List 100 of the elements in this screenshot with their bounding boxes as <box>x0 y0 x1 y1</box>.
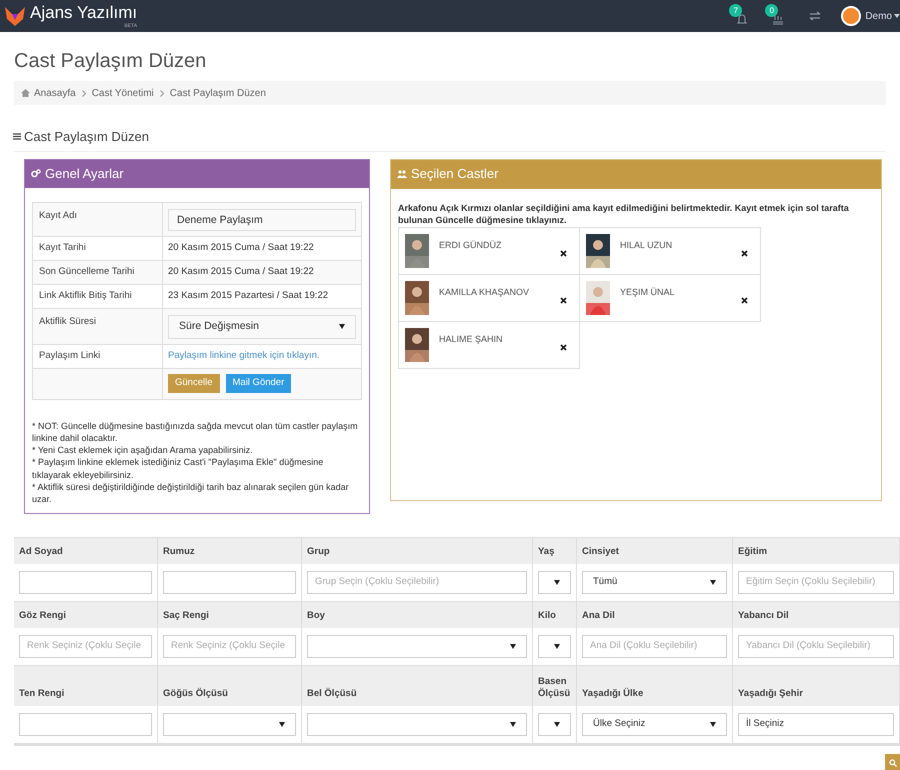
cast-name: HILAL UZUN <box>620 238 674 252</box>
fox-logo-icon <box>4 5 26 27</box>
input-field[interactable] <box>19 712 152 736</box>
chevron-icon <box>160 90 164 96</box>
dropdown[interactable] <box>538 634 571 658</box>
caret-icon <box>554 722 560 726</box>
input-field[interactable]: İl Seçiniz <box>738 712 894 736</box>
search-button[interactable] <box>885 754 900 770</box>
input-field[interactable] <box>19 570 152 594</box>
input-field[interactable]: Eğitim Seçin (Çoklu Seçilebilir) <box>738 570 894 594</box>
input-field[interactable] <box>163 570 296 594</box>
filter-label: Boy <box>307 610 325 622</box>
section-title: Cast Paylaşım Düzen <box>24 128 149 146</box>
close-icon[interactable] <box>741 250 748 257</box>
input-field[interactable]: Yabancı Dil (Çoklu Seçilebilir) <box>738 634 894 658</box>
filter-label: Yaşadığı Ülke <box>582 688 644 700</box>
cast-name: KAMILLA KHAŞANOV <box>439 286 530 299</box>
users-icon <box>397 170 407 178</box>
menu-icon <box>13 133 21 140</box>
exchange-icon[interactable] <box>809 11 822 21</box>
filter-label: Yabancı Dil <box>738 610 789 622</box>
field-label: Aktiflik Süresi <box>39 316 96 326</box>
filter-label: Göğüs Ölçüsü <box>163 688 228 700</box>
close-icon[interactable] <box>560 297 567 304</box>
filter-label: Ad Soyad <box>19 546 63 558</box>
search-icon <box>889 758 897 766</box>
field-label: Paylaşım Linki <box>39 350 100 361</box>
close-icon[interactable] <box>741 297 748 304</box>
count-badge: 0 <box>765 4 778 17</box>
dropdown[interactable] <box>163 712 296 736</box>
notification-button[interactable]: 0 <box>763 1 794 31</box>
text-field[interactable]: Deneme Paylaşım <box>168 208 356 230</box>
panel-title: Seçilen Castler <box>411 165 498 184</box>
breadcrumb-link[interactable]: Cast Yönetimi <box>92 86 154 100</box>
close-icon[interactable] <box>560 344 567 351</box>
dropdown[interactable] <box>307 712 527 736</box>
breadcrumb-link[interactable]: Anasayfa <box>34 86 76 100</box>
cast-name: ERDI GÜNDÜZ <box>439 238 502 252</box>
field-label: Link Aktiflik Bitiş Tarihi <box>39 290 132 301</box>
dropdown[interactable]: Tümü <box>582 570 727 594</box>
field-label: Son Güncelleme Tarihi <box>39 266 134 277</box>
count-badge: 7 <box>729 4 742 17</box>
caret-icon <box>554 580 560 584</box>
dropdown[interactable] <box>307 634 527 658</box>
panel-title: Genel Ayarlar <box>45 164 124 183</box>
stack-icon <box>772 13 784 25</box>
date-text: 20 Kasım 2015 Cuma / Saat 19:22 <box>168 242 314 253</box>
field-label: Kayıt Tarihi <box>39 242 86 253</box>
filter-label: Grup <box>307 546 330 558</box>
caret-icon <box>894 14 900 18</box>
filter-label: Ten Rengi <box>19 688 64 700</box>
filter-label: Yaşadığı Şehir <box>738 688 803 700</box>
dropdown[interactable] <box>538 712 571 736</box>
close-icon[interactable] <box>560 250 567 257</box>
page-title: Cast Paylaşım Düzen <box>14 49 208 74</box>
info-text: Arkafonu Açık Kırmızı olanlar seçildiğini ama kayıt edilmediğini belirtmektedir. Kayıt etmek için sol tarafta bulunan Güncelle düğmesine tıklayınız. <box>398 202 850 226</box>
filter-label: Saç Rengi <box>163 610 209 622</box>
dropdown[interactable]: Süre Değişmesin <box>168 314 356 338</box>
caret-icon <box>510 722 516 726</box>
filter-label: Yaş <box>538 546 554 558</box>
input-field[interactable]: Grup Seçin (Çoklu Seçilebilir) <box>307 570 527 594</box>
caret-icon <box>339 324 345 329</box>
note-text: * NOT: Güncelle düğmesine bastığınızda sağda mevcut olan tüm castler paylaşım linkine dahil olacaktır. <box>32 420 359 444</box>
note-text: * Aktiflik süresi değiştirildiğinde değiştirildiği tarih baz alınarak seçilen gün kadar uzar. <box>32 480 350 506</box>
user-name[interactable]: Demo <box>865 8 892 24</box>
brand-name: Ajans Yazılımı <box>30 3 138 23</box>
chevron-icon <box>82 90 86 96</box>
note-text: * Paylaşım linkine eklemek istediğiniz Cast'i "Paylaşıma Ekle" düğmesine tıklayarak ekleyebilirsiniz. <box>32 456 324 481</box>
filter-label: Cinsiyet <box>582 546 619 558</box>
date-text: 20 Kasım 2015 Cuma / Saat 19:22 <box>168 266 314 277</box>
dropdown[interactable]: Ülke Seçiniz <box>582 712 727 736</box>
caret-icon <box>710 580 716 584</box>
update-button[interactable]: Güncelle <box>168 374 220 393</box>
filter-label: Rumuz <box>163 546 195 558</box>
gears-icon <box>31 169 41 178</box>
filter-label: Eğitim <box>738 546 768 558</box>
input-field[interactable]: Renk Seçiniz (Çoklu Seçile <box>163 634 296 658</box>
filter-label: Ana Dil <box>582 610 615 622</box>
home-icon <box>21 89 30 97</box>
mail-button[interactable]: Mail Gönder <box>226 374 292 393</box>
cast-name: HALIME ŞAHIN <box>439 332 504 346</box>
notification-button[interactable]: 7 <box>727 1 758 31</box>
field-label: Kayıt Adı <box>39 210 78 220</box>
note-text: * Yeni Cast eklemek için aşağıdan Arama yapabilirsiniz. <box>32 444 254 456</box>
caret-icon <box>554 644 560 648</box>
caret-icon <box>510 644 516 648</box>
bell-icon <box>736 13 748 25</box>
filter-label: Basen Ölçüsü <box>538 676 571 700</box>
cast-name: YEŞIM ÜNAL <box>620 286 676 299</box>
dropdown[interactable] <box>538 570 571 594</box>
input-field[interactable]: Ana Dil (Çoklu Seçilebilir) <box>582 634 727 658</box>
input-field[interactable]: Renk Seçiniz (Çoklu Seçile <box>19 634 152 658</box>
filter-label: Göz Rengi <box>19 610 66 622</box>
filter-label: Kilo <box>538 610 556 622</box>
caret-icon <box>279 722 285 726</box>
caret-icon <box>710 722 716 726</box>
filter-label: Bel Ölçüsü <box>307 688 357 700</box>
user-avatar[interactable] <box>841 6 862 26</box>
breadcrumb-link[interactable]: Cast Paylaşım Düzen <box>170 86 266 100</box>
date-text: 23 Kasım 2015 Pazartesi / Saat 19:22 <box>168 290 328 301</box>
